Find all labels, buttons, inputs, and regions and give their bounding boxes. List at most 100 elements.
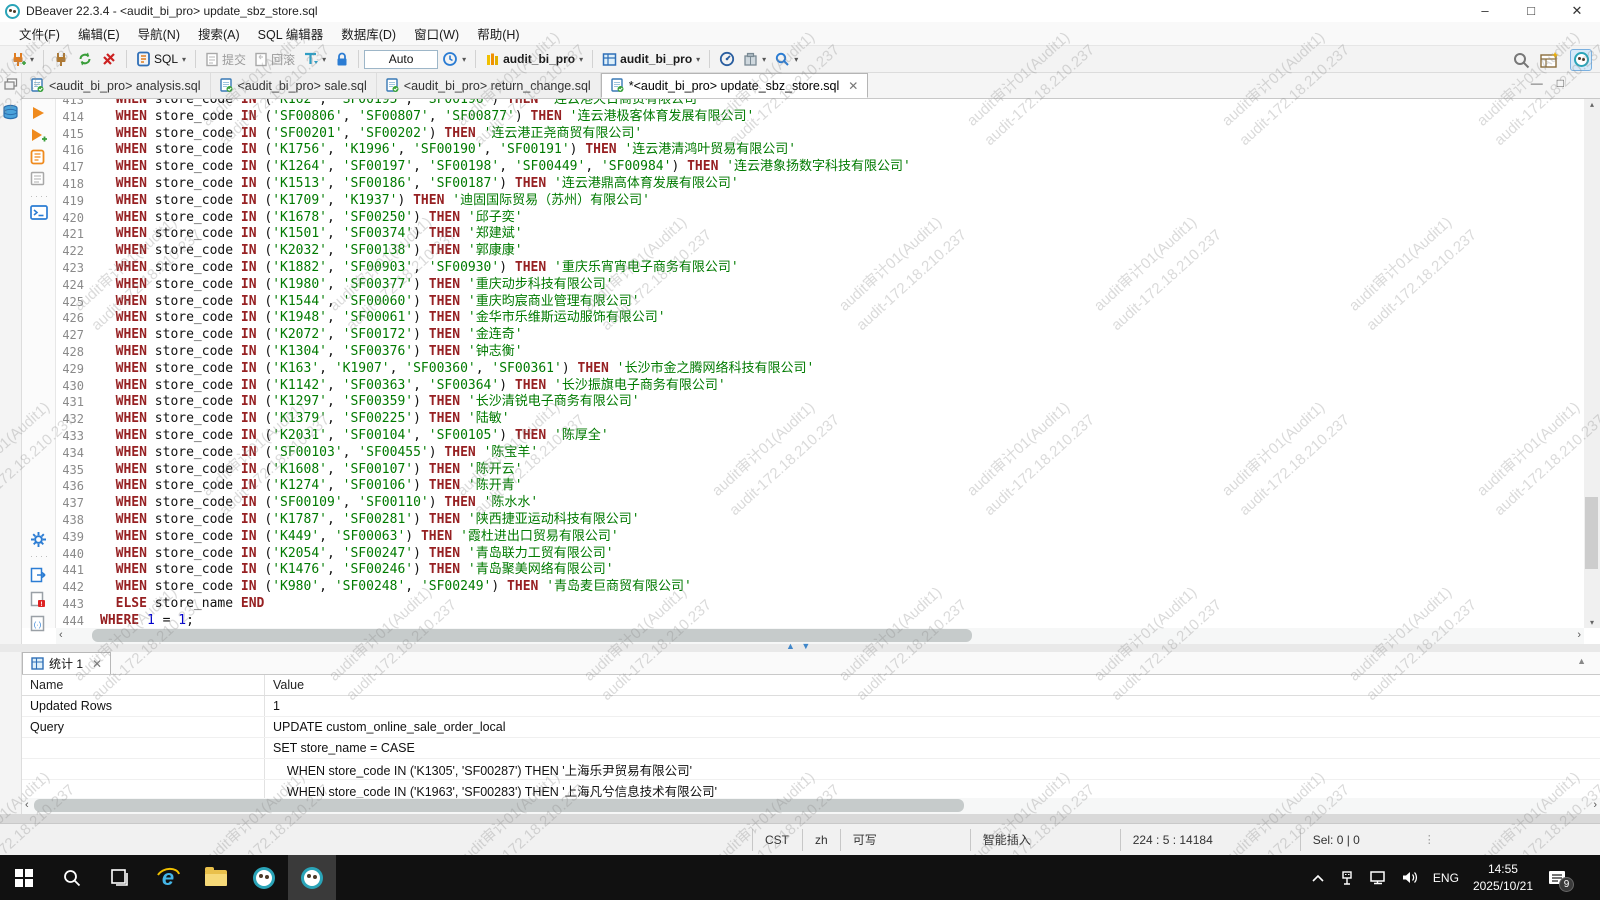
splitter-arrows-icon[interactable]: ▲ ▼ — [786, 641, 812, 651]
open-sql-console-icon[interactable] — [30, 205, 48, 220]
code-line[interactable]: 414 WHEN store_code IN ('SF00806', 'SF00… — [56, 109, 1584, 126]
output-button[interactable]: ▾ — [739, 50, 770, 69]
code-line[interactable]: 432 WHEN store_code IN ('K1379', 'SF0022… — [56, 411, 1584, 428]
menu-item[interactable]: 帮助(H) — [468, 22, 528, 45]
tray-expand-icon[interactable] — [1311, 873, 1325, 883]
task-view-button[interactable] — [96, 855, 144, 900]
explain-plan-icon[interactable] — [30, 171, 46, 187]
view-minimize-icon[interactable]: — — [1531, 76, 1543, 90]
vertical-scroll-thumb[interactable] — [1585, 497, 1598, 569]
code-line[interactable]: 424 WHEN store_code IN ('K1980', 'SF0037… — [56, 277, 1584, 294]
code-line[interactable]: 415 WHEN store_code IN ('SF00201', 'SF00… — [56, 126, 1584, 143]
code-line[interactable]: 426 WHEN store_code IN ('K1948', 'SF0006… — [56, 310, 1584, 327]
code-line[interactable]: 413 WHEN store_code IN ('K162', 'SF00195… — [56, 99, 1584, 109]
code-line[interactable]: 431 WHEN store_code IN ('K1297', 'SF0035… — [56, 394, 1584, 411]
connection-selector-combo[interactable]: audit_bi_pro ▾ — [481, 50, 587, 69]
menu-item[interactable]: 编辑(E) — [69, 22, 129, 45]
code-line[interactable]: 435 WHEN store_code IN ('K1608', 'SF0010… — [56, 462, 1584, 479]
perspective-icon[interactable] — [1540, 51, 1560, 69]
restore-views-icon[interactable] — [4, 78, 18, 90]
templates-icon[interactable]: (·) — [30, 615, 46, 632]
tab-close-icon[interactable]: ✕ — [92, 657, 102, 671]
sql-editor-button[interactable]: SQL ▾ — [132, 49, 190, 69]
code-line[interactable]: 436 WHEN store_code IN ('K1274', 'SF0010… — [56, 478, 1584, 495]
code-line[interactable]: 430 WHEN store_code IN ('K1142', 'SF0036… — [56, 378, 1584, 395]
execute-script-icon[interactable] — [30, 149, 47, 166]
disconnect-button[interactable] — [97, 49, 121, 69]
scroll-up-icon[interactable]: ▴ — [1584, 100, 1600, 109]
code-line[interactable]: 439 WHEN store_code IN ('K449', 'SF00063… — [56, 529, 1584, 546]
horizontal-scroll-thumb[interactable] — [34, 799, 964, 812]
settings-gear-icon[interactable] — [30, 531, 47, 548]
scroll-left-icon[interactable]: ‹ — [25, 799, 29, 811]
editor-tab[interactable]: <audit_bi_pro> analysis.sql — [22, 73, 211, 98]
editor-tab[interactable]: <audit_bi_pro> return_change.sql — [377, 73, 601, 98]
editor-horizontal-scrollbar[interactable]: ‹ › — [56, 628, 1584, 644]
action-center-button[interactable]: 9 — [1547, 869, 1567, 887]
file-explorer-button[interactable] — [192, 855, 240, 900]
new-connection-button[interactable]: ▾ — [6, 49, 38, 69]
code-line[interactable]: 428 WHEN store_code IN ('K1304', 'SF0037… — [56, 344, 1584, 361]
dashboard-button[interactable] — [715, 49, 739, 69]
scroll-down-icon[interactable]: ▾ — [1584, 618, 1600, 627]
code-line[interactable]: 434 WHEN store_code IN ('SF00103', 'SF00… — [56, 445, 1584, 462]
editor-tab[interactable]: <audit_bi_pro> sale.sql — [211, 73, 377, 98]
commit-button[interactable]: 提交 — [201, 49, 250, 70]
panel-chevron-icon[interactable]: ▲ — [1577, 656, 1586, 666]
panel-horizontal-scrollbar[interactable]: ‹ › — [22, 798, 1600, 814]
export-result-icon[interactable] — [30, 567, 47, 583]
start-button[interactable] — [0, 855, 48, 900]
result-row[interactable]: SET store_name = CASE — [22, 738, 1600, 759]
dbeaver-taskbar-button[interactable] — [240, 855, 288, 900]
speaker-icon[interactable] — [1401, 870, 1419, 885]
code-line[interactable]: 427 WHEN store_code IN ('K2072', 'SF0017… — [56, 327, 1584, 344]
menu-item[interactable]: 导航(N) — [129, 22, 189, 45]
global-search-icon[interactable] — [1512, 51, 1530, 69]
editor-results-splitter[interactable]: ▲ ▼ — [0, 644, 1600, 652]
commit-mode-combo[interactable]: Auto — [364, 50, 438, 69]
menu-item[interactable]: 窗口(W) — [405, 22, 468, 45]
database-navigator-icon[interactable] — [2, 104, 19, 120]
language-indicator[interactable]: ENG — [1433, 871, 1459, 885]
code-line[interactable]: 420 WHEN store_code IN ('K1678', 'SF0025… — [56, 210, 1584, 227]
horizontal-scroll-thumb[interactable] — [92, 629, 972, 642]
internet-explorer-button[interactable]: e — [144, 855, 192, 900]
code-line[interactable]: 438 WHEN store_code IN ('K1787', 'SF0028… — [56, 512, 1584, 529]
execute-new-tab-icon[interactable] — [30, 127, 48, 143]
window-maximize-button[interactable]: □ — [1508, 0, 1554, 22]
column-header-name[interactable]: Name — [22, 675, 265, 695]
code-line[interactable]: 437 WHEN store_code IN ('SF00109', 'SF00… — [56, 495, 1584, 512]
connect-button[interactable] — [49, 49, 73, 69]
menu-item[interactable]: SQL 编辑器 — [249, 22, 333, 45]
database-search-button[interactable]: ▾ — [770, 49, 802, 69]
user-avatar[interactable] — [1570, 49, 1592, 71]
tab-close-icon[interactable]: ✕ — [848, 79, 858, 93]
dbeaver-taskbar-button-active[interactable] — [288, 855, 336, 900]
status-overflow-dots[interactable]: ⋮ — [1424, 833, 1435, 846]
code-line[interactable]: 417 WHEN store_code IN ('K1264', 'SF0019… — [56, 159, 1584, 176]
code-line[interactable]: 440 WHEN store_code IN ('K2054', 'SF0024… — [56, 546, 1584, 563]
sql-editor[interactable]: 413 WHEN store_code IN ('K162', 'SF00195… — [56, 99, 1584, 628]
schema-selector-combo[interactable]: audit_bi_pro ▾ — [598, 50, 704, 69]
lock-button[interactable] — [330, 49, 353, 69]
error-log-icon[interactable]: ! — [30, 591, 46, 608]
code-line[interactable]: 444WHERE 1 = 1; — [56, 613, 1584, 628]
view-maximize-icon[interactable]: □ — [1557, 76, 1564, 90]
transaction-mode-button[interactable]: ▾ — [299, 49, 330, 69]
rollback-button[interactable]: 回滚 — [250, 49, 299, 70]
window-close-button[interactable]: ✕ — [1554, 0, 1600, 22]
code-line[interactable]: 443 ELSE store_name END — [56, 596, 1584, 613]
code-line[interactable]: 421 WHEN store_code IN ('K1501', 'SF0037… — [56, 226, 1584, 243]
window-minimize-button[interactable]: – — [1462, 0, 1508, 22]
editor-tab[interactable]: *<audit_bi_pro> update_sbz_store.sql✕ — [601, 73, 869, 98]
code-line[interactable]: 441 WHEN store_code IN ('K1476', 'SF0024… — [56, 562, 1584, 579]
usb-icon[interactable] — [1339, 870, 1355, 886]
code-line[interactable]: 418 WHEN store_code IN ('K1513', 'SF0018… — [56, 176, 1584, 193]
code-line[interactable]: 433 WHEN store_code IN ('K2031', 'SF0010… — [56, 428, 1584, 445]
result-row[interactable]: Updated Rows1 — [22, 696, 1600, 717]
code-line[interactable]: 422 WHEN store_code IN ('K2032', 'SF0013… — [56, 243, 1584, 260]
menu-item[interactable]: 文件(F) — [10, 22, 69, 45]
code-line[interactable]: 425 WHEN store_code IN ('K1544', 'SF0006… — [56, 294, 1584, 311]
code-line[interactable]: 442 WHEN store_code IN ('K980', 'SF00248… — [56, 579, 1584, 596]
menu-item[interactable]: 数据库(D) — [332, 22, 405, 45]
